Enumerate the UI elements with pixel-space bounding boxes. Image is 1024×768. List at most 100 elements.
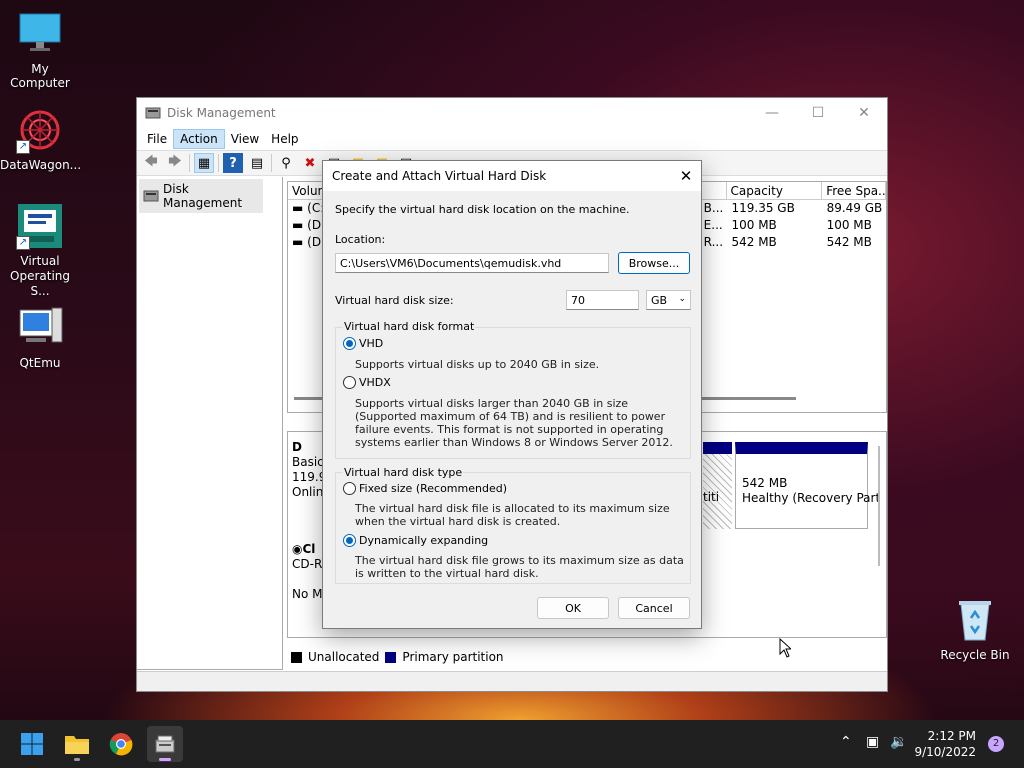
location-label: Location: — [335, 233, 386, 246]
system-clock[interactable]: 2:12 PM 9/10/2022 — [914, 728, 976, 760]
primary-partition-swatch — [385, 651, 397, 663]
volume-drive-icon: ▬ — [292, 235, 308, 249]
column-header-capacity[interactable]: Capacity — [727, 182, 823, 199]
vhd-description: Supports virtual disks up to 2040 GB in … — [355, 358, 600, 371]
vhdx-radio[interactable] — [343, 376, 356, 389]
menu-file[interactable]: File — [141, 130, 173, 148]
desktop-icon-label: Virtual Operating S... — [10, 254, 70, 298]
volume-free-space: 542 MB — [826, 235, 872, 249]
desktop-icon-datawagon[interactable]: ↗ DataWagon... — [0, 106, 82, 172]
taskbar: ⌃ ▣ 🔉 2:12 PM 9/10/2022 2 — [0, 720, 1024, 768]
vhd-label[interactable]: VHD — [359, 337, 383, 350]
recycle-bin-icon — [951, 596, 999, 644]
desktop-icon-virtual-os[interactable]: ↗ Virtual Operating S... — [0, 202, 80, 299]
toolbar-separator — [271, 154, 272, 172]
tree-item-label: Disk Management — [163, 182, 243, 210]
chrome-button[interactable] — [103, 726, 139, 762]
volume-free-space: 89.49 GB — [826, 201, 883, 215]
volume-drive-icon: ▬ — [292, 201, 308, 215]
maximize-button[interactable]: ☐ — [795, 98, 841, 128]
menu-help[interactable]: Help — [265, 130, 304, 148]
mouse-cursor-icon — [779, 637, 793, 661]
monitor-icon — [16, 10, 64, 58]
cdrom-name: Cl — [302, 542, 316, 556]
close-window-button[interactable]: ✕ — [841, 98, 887, 128]
clock-time: 2:12 PM — [927, 729, 976, 743]
size-input[interactable]: 70 — [566, 290, 639, 310]
disk-0-name: D — [292, 440, 302, 454]
partition-legend: Unallocated Primary partition — [287, 646, 887, 668]
properties-icon[interactable]: ▤ — [247, 153, 267, 173]
volume-free-space: 100 MB — [826, 218, 872, 232]
desktop-icon-recycle-bin[interactable]: Recycle Bin — [935, 596, 1015, 662]
size-unit-value: GB — [651, 294, 668, 307]
fixed-size-label[interactable]: Fixed size (Recommended) — [359, 482, 507, 495]
volume-icon[interactable]: 🔉 — [890, 734, 907, 750]
shortcut-arrow-icon: ↗ — [16, 140, 30, 154]
shortcut-arrow-icon: ↗ — [16, 236, 30, 250]
windows-logo-icon — [21, 733, 43, 755]
vhd-radio[interactable] — [343, 337, 356, 350]
network-icon[interactable]: ▣ — [866, 734, 879, 750]
dynamic-radio[interactable] — [343, 534, 356, 547]
legend-unallocated: Unallocated — [308, 650, 380, 664]
help-icon[interactable]: ? — [223, 153, 243, 173]
dialog-intro: Specify the virtual hard disk location o… — [335, 203, 630, 216]
volume-capacity: 100 MB — [731, 218, 777, 232]
window-titlebar[interactable]: Disk Management — ☐ ✕ — [137, 98, 887, 128]
unallocated-swatch — [291, 651, 302, 663]
menu-action[interactable]: Action — [173, 129, 225, 149]
browse-button[interactable]: Browse... — [618, 252, 690, 274]
create-vhd-dialog: Create and Attach Virtual Hard Disk ✕ Sp… — [322, 160, 702, 629]
virtual-os-icon: ↗ — [16, 202, 64, 250]
forward-arrow-icon[interactable]: 🡆 — [165, 153, 185, 173]
delete-icon[interactable]: ✖ — [300, 153, 320, 173]
disk-management-icon — [155, 735, 175, 753]
vhdx-description: Supports virtual disks larger than 2040 … — [355, 397, 673, 449]
desktop-icon-label: DataWagon... — [0, 158, 82, 172]
recovery-partition-size: 542 MB — [742, 476, 788, 490]
fixed-size-description: The virtual hard disk file is allocated … — [355, 502, 670, 528]
volume-capacity: 119.35 GB — [731, 201, 795, 215]
volume-capacity: 542 MB — [731, 235, 777, 249]
desktop-icon-my-computer[interactable]: My Computer — [0, 10, 80, 90]
dynamic-label[interactable]: Dynamically expanding — [359, 534, 488, 547]
dialog-close-icon[interactable]: ✕ — [671, 161, 701, 191]
vhdx-label[interactable]: VHDX — [359, 376, 391, 389]
notification-badge[interactable]: 2 — [988, 736, 1004, 752]
size-label: Virtual hard disk size: — [335, 294, 454, 307]
disk-management-taskbar-button[interactable] — [147, 726, 183, 762]
disk-0-info[interactable]: D Basic 119.9 Onlin — [292, 440, 326, 500]
hatched-partition[interactable]: titi — [703, 442, 732, 529]
recovery-partition-status: Healthy (Recovery Part — [742, 491, 881, 505]
window-title: Disk Management — [167, 106, 276, 120]
tree-item-disk-management[interactable]: Disk Management — [139, 179, 263, 213]
size-unit-select[interactable]: GB ⌄ — [646, 290, 691, 310]
cdrom-icon: ◉ — [292, 542, 303, 556]
navigation-tree: Disk Management — [137, 177, 283, 670]
menu-view[interactable]: View — [225, 130, 265, 148]
file-explorer-button[interactable] — [59, 726, 95, 762]
vertical-scrollbar[interactable] — [878, 446, 880, 566]
dialog-titlebar[interactable]: Create and Attach Virtual Hard Disk ✕ — [323, 161, 701, 191]
start-button[interactable] — [14, 726, 50, 762]
fixed-size-radio[interactable] — [343, 482, 356, 495]
show-hidden-icons-chevron-icon[interactable]: ⌃ — [840, 734, 852, 750]
folder-icon — [65, 736, 89, 754]
show-hide-tree-icon[interactable]: ▦ — [194, 153, 214, 173]
recovery-partition[interactable]: 542 MB Healthy (Recovery Part — [735, 442, 880, 529]
desktop-icon-qtemu[interactable]: QtEmu — [0, 304, 80, 370]
desktop-icon-label: My Computer — [10, 62, 70, 90]
location-input[interactable]: C:\Users\VM6\Documents\qemudisk.vhd — [335, 253, 609, 273]
type-group-title: Virtual hard disk type — [343, 466, 464, 479]
disk-0-size: 119.9 — [292, 470, 327, 484]
disk-management-app-icon — [145, 106, 161, 120]
partition-label: titi — [703, 490, 720, 504]
column-header-free-space[interactable]: Free Spa... — [822, 182, 886, 199]
ok-button[interactable]: OK — [537, 597, 609, 619]
qtemu-icon — [16, 304, 64, 352]
minimize-button[interactable]: — — [749, 98, 795, 128]
cancel-button[interactable]: Cancel — [618, 597, 690, 619]
connect-icon[interactable]: ⚲ — [276, 153, 296, 173]
back-arrow-icon[interactable]: 🡄 — [141, 153, 161, 173]
